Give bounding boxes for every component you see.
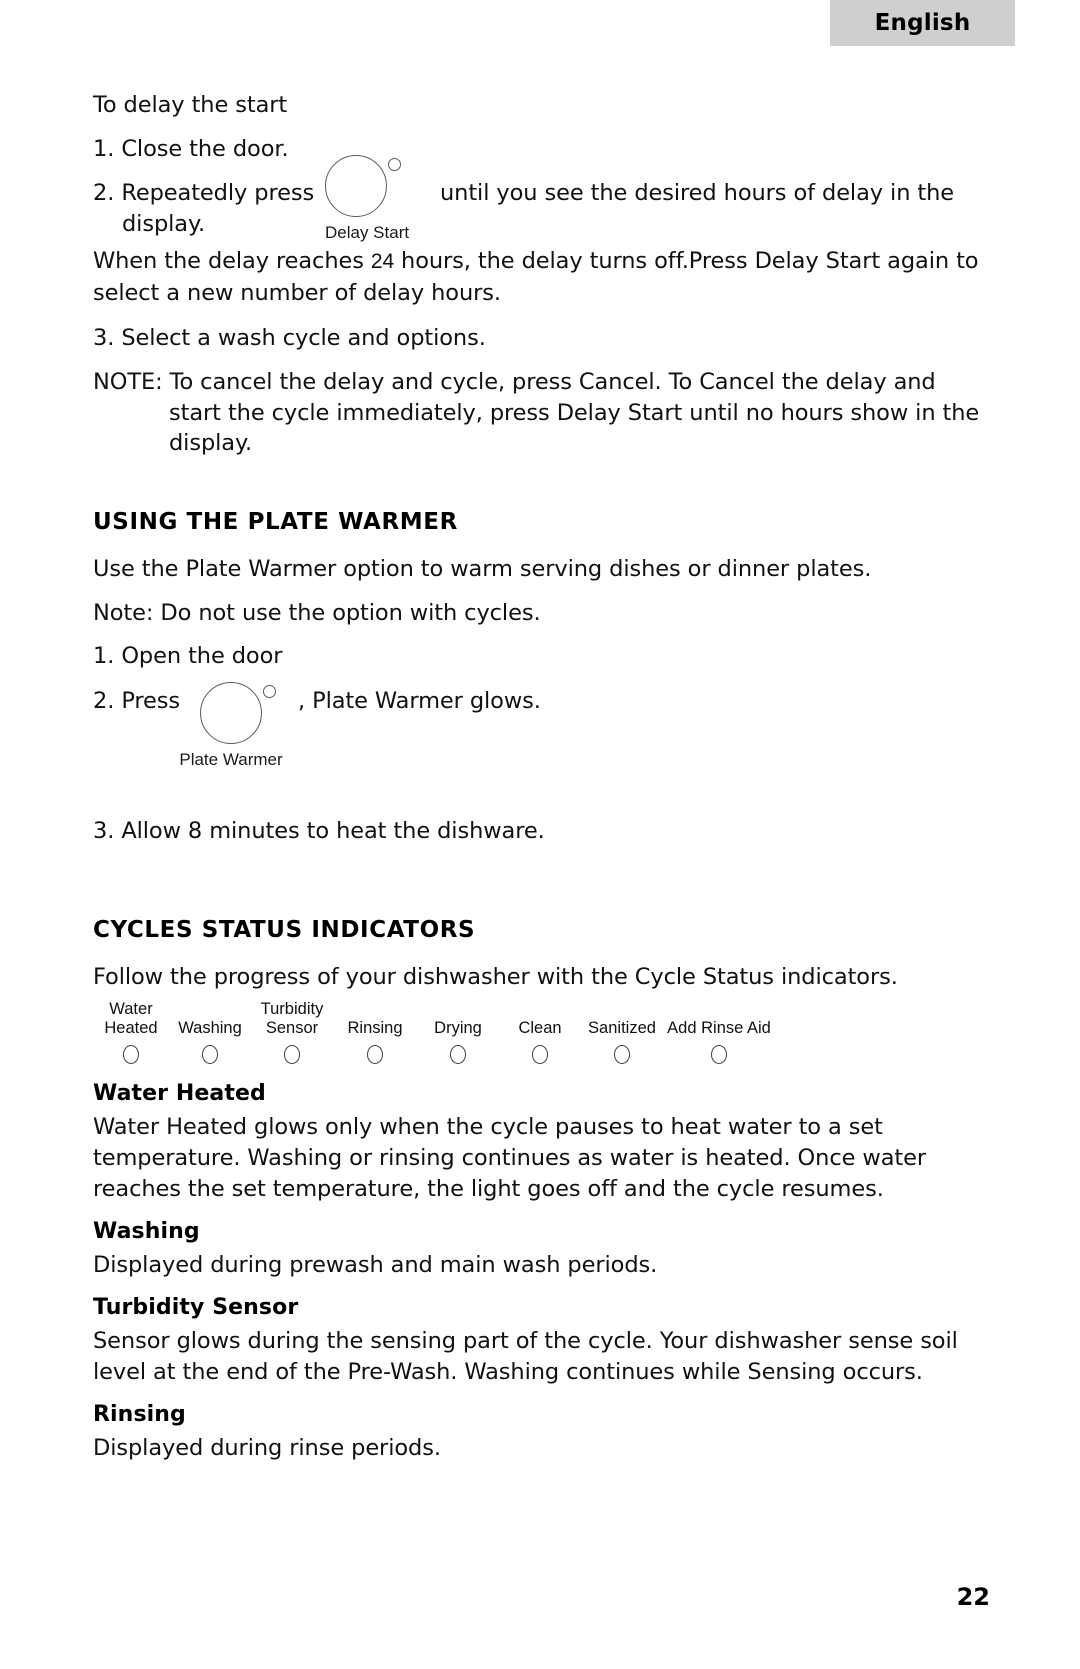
entry-title-washing: Washing (93, 1219, 200, 1244)
delay-note-line-1: NOTE: To cancel the delay and cycle, pre… (93, 369, 936, 395)
entry-body-washing-line-1: Displayed during prewash and main wash p… (93, 1252, 658, 1278)
plate-warmer-button-caption: Plate Warmer (179, 750, 283, 769)
delay-start-button-caption: Delay Start (325, 223, 410, 242)
delay-step-2-after: until you see the desired hours of delay… (440, 180, 955, 206)
round-button-icon[interactable] (200, 682, 262, 744)
delay-step-1: 1. Close the door. (93, 136, 289, 162)
delay-reach-text-a: When the delay reaches (93, 248, 364, 274)
cycle-status-indicator-strip: Water Heated Washing Turbidity Sensor Ri… (93, 1000, 783, 1064)
delay-step-2-line2: display. (122, 211, 206, 237)
delay-start-button-graphic[interactable]: Delay Start (325, 155, 445, 243)
led-indicator-icon (388, 158, 401, 171)
indicator-sanitized: Sanitized (581, 1019, 663, 1064)
language-tab-label: English (874, 10, 971, 36)
delay-step-2-before: 2. Repeatedly press (93, 180, 315, 206)
page-number: 22 (956, 1583, 990, 1611)
entry-title-water-heated: Water Heated (93, 1081, 266, 1106)
delay-reach-line-2: select a new number of delay hours. (93, 280, 501, 306)
delay-start-button-shape[interactable] (325, 155, 445, 221)
indicator-lamp-icon (532, 1045, 548, 1064)
delay-step-3: 3. Select a wash cycle and options. (93, 325, 486, 351)
indicator-water-heated: Water Heated (93, 1000, 169, 1064)
entry-body-turbidity-line-2: level at the end of the Pre-Wash. Washin… (93, 1359, 923, 1385)
entry-body-turbidity-line-1: Sensor glows during the sensing part of … (93, 1328, 958, 1354)
indicator-drying: Drying (417, 1019, 499, 1064)
indicator-label: Sanitized (588, 1019, 656, 1037)
plate-warmer-note: Note: Do not use the option with cycles. (93, 600, 541, 626)
indicator-label: Turbidity Sensor (260, 1000, 324, 1037)
indicator-lamp-icon (450, 1045, 466, 1064)
delay-section-heading: To delay the start (93, 92, 288, 118)
plate-warmer-heading: USING THE PLATE WARMER (93, 509, 458, 535)
indicator-label: Add Rinse Aid (667, 1019, 771, 1037)
delay-note-line-3: display. (169, 430, 253, 456)
led-indicator-icon (263, 685, 276, 698)
indicator-label: Drying (434, 1019, 482, 1037)
indicator-label: Washing (178, 1019, 242, 1037)
indicator-clean: Clean (499, 1019, 581, 1064)
plate-warmer-step-2-after: , Plate Warmer glows. (298, 688, 541, 714)
indicator-lamp-icon (123, 1045, 139, 1064)
indicator-washing: Washing (169, 1019, 251, 1064)
indicator-lamp-icon (284, 1045, 300, 1064)
indicator-turbidity-sensor: Turbidity Sensor (251, 1000, 333, 1064)
indicator-label: Clean (518, 1019, 562, 1037)
entry-body-water-heated-line-2: temperature. Washing or rinsing continue… (93, 1145, 926, 1171)
indicator-lamp-icon (202, 1045, 218, 1064)
plate-warmer-step-3: 3. Allow 8 minutes to heat the dishware. (93, 818, 545, 844)
indicator-lamp-icon (614, 1045, 630, 1064)
entry-title-rinsing: Rinsing (93, 1402, 186, 1427)
indicator-label: Water Heated (104, 1000, 158, 1037)
indicator-lamp-icon (367, 1045, 383, 1064)
cycles-status-heading: CYCLES STATUS INDICATORS (93, 917, 476, 943)
entry-body-rinsing-line-1: Displayed during rinse periods. (93, 1435, 441, 1461)
entry-body-water-heated-line-1: Water Heated glows only when the cycle p… (93, 1114, 883, 1140)
indicator-add-rinse-aid: Add Rinse Aid (663, 1019, 775, 1064)
delay-reach-line-1: When the delay reaches 24 hours, the del… (93, 246, 979, 277)
cycles-status-intro: Follow the progress of your dishwasher w… (93, 964, 898, 990)
entry-title-turbidity-sensor: Turbidity Sensor (93, 1295, 299, 1320)
delay-max-hours-value: 24 (370, 250, 395, 273)
language-tab[interactable]: English (830, 0, 1015, 46)
plate-warmer-step-1: 1. Open the door (93, 643, 283, 669)
delay-reach-text-b: hours, the delay turns off.Press Delay S… (401, 248, 979, 274)
indicator-label: Rinsing (347, 1019, 403, 1037)
plate-warmer-step-2-before: 2. Press (93, 688, 181, 714)
round-button-icon[interactable] (325, 155, 387, 217)
delay-note-line-2: start the cycle immediately, press Delay… (169, 400, 980, 426)
indicator-rinsing: Rinsing (333, 1019, 417, 1064)
entry-body-water-heated-line-3: reaches the set temperature, the light g… (93, 1176, 884, 1202)
indicator-lamp-icon (711, 1045, 727, 1064)
plate-warmer-intro: Use the Plate Warmer option to warm serv… (93, 556, 872, 582)
